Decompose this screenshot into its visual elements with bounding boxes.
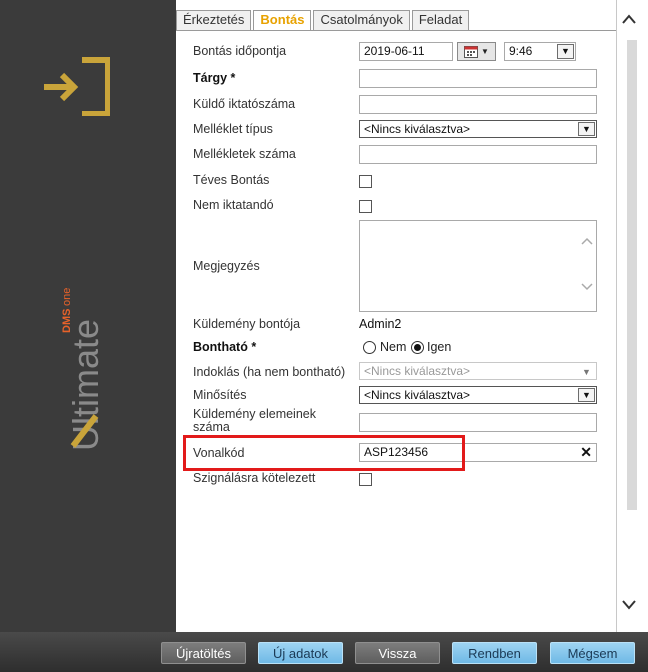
- brand-panel: DMS one Ultimate: [0, 0, 176, 632]
- nem-iktatando-label: Nem iktatandó: [193, 198, 274, 212]
- minosites-value: <Nincs kiválasztva>: [364, 388, 471, 402]
- chevron-down-icon: ▼: [578, 388, 595, 402]
- indoklas-label: Indoklás (ha nem bontható): [193, 365, 346, 379]
- tab-bar: Érkeztetés Bontás Csatolmányok Feladat: [176, 10, 471, 30]
- chevron-down-icon: ▼: [582, 366, 591, 377]
- tab-csatolmanyok[interactable]: Csatolmányok: [313, 10, 410, 30]
- targy-label: Tárgy *: [193, 71, 236, 85]
- megjegyzes-label: Megjegyzés: [193, 259, 260, 273]
- tab-feladat[interactable]: Feladat: [411, 10, 470, 30]
- svg-text:one: one: [61, 288, 73, 306]
- bonthato-nem-label: Nem: [380, 340, 407, 354]
- reload-button[interactable]: Újratöltés: [161, 642, 246, 664]
- bonthato-nem-radio[interactable]: [363, 341, 376, 354]
- szignalasra-checkbox[interactable]: [359, 473, 372, 486]
- chevron-down-icon[interactable]: [581, 283, 593, 291]
- targy-input[interactable]: [359, 69, 597, 88]
- bonthato-label: Bontható *: [193, 340, 257, 354]
- ok-button[interactable]: Rendben: [452, 642, 537, 664]
- login-icon: [44, 57, 110, 116]
- vonalkod-label: Vonalkód: [193, 446, 245, 460]
- tab-divider: [176, 30, 616, 31]
- elemek-szama-input[interactable]: [359, 413, 597, 432]
- vertical-scrollbar[interactable]: [617, 0, 648, 632]
- chevron-down-icon: ▼: [578, 122, 595, 136]
- minosites-select[interactable]: <Nincs kiválasztva> ▼: [359, 386, 597, 404]
- mellekletek-szama-input[interactable]: [359, 145, 597, 164]
- mellekletek-szama-label: Mellékletek száma: [193, 147, 296, 161]
- bonthato-igen-label: Igen: [427, 340, 452, 354]
- cancel-button[interactable]: Mégsem: [550, 642, 635, 664]
- teves-bontas-label: Téves Bontás: [193, 173, 270, 187]
- kuldo-iktatoszama-input[interactable]: [359, 95, 597, 114]
- chevron-down-icon: ▼: [557, 44, 574, 59]
- date-input[interactable]: 2019-06-11: [359, 42, 453, 61]
- indoklas-value: <Nincs kiválasztva>: [364, 364, 471, 378]
- megjegyzes-textarea[interactable]: [359, 220, 597, 312]
- time-select[interactable]: 9:46 ▼: [504, 42, 576, 61]
- bontas-idopontja-label: Bontás időpontja: [193, 44, 287, 58]
- elemek-szama-label: Küldemény elemeinek száma: [193, 407, 316, 434]
- kuldemeny-bontoja-label: Küldemény bontója: [193, 317, 301, 331]
- dmsone-ultimate-logo: DMS one Ultimate: [61, 288, 106, 451]
- clear-icon[interactable]: ✕: [580, 444, 592, 461]
- kuldemeny-bontoja-value: Admin2: [359, 317, 402, 331]
- chevron-up-icon[interactable]: [581, 237, 593, 245]
- melleklet-tipus-label: Melléklet típus: [193, 122, 273, 136]
- minosites-label: Minősítés: [193, 388, 247, 402]
- melleklet-tipus-value: <Nincs kiválasztva>: [364, 122, 471, 136]
- indoklas-select[interactable]: <Nincs kiválasztva> ▼: [359, 362, 597, 380]
- new-data-button[interactable]: Új adatok: [258, 642, 343, 664]
- chevron-up-icon[interactable]: [622, 14, 636, 24]
- action-bar: Újratöltés Új adatok Vissza Rendben Mégs…: [0, 632, 648, 672]
- vonalkod-input[interactable]: ASP123456 ✕: [359, 443, 597, 462]
- tab-erkeztetes[interactable]: Érkeztetés: [176, 10, 252, 30]
- kuldo-iktatoszama-label: Küldő iktatószáma: [193, 97, 296, 111]
- nem-iktatando-checkbox[interactable]: [359, 200, 372, 213]
- vonalkod-value: ASP123456: [364, 445, 429, 459]
- tab-bontas[interactable]: Bontás: [253, 10, 312, 30]
- scrollbar-thumb[interactable]: [627, 40, 637, 510]
- chevron-down-icon: ▼: [481, 47, 489, 56]
- calendar-icon: [464, 45, 479, 58]
- teves-bontas-checkbox[interactable]: [359, 175, 372, 188]
- back-button[interactable]: Vissza: [355, 642, 440, 664]
- calendar-button[interactable]: ▼: [457, 42, 496, 61]
- melleklet-tipus-select[interactable]: <Nincs kiválasztva> ▼: [359, 120, 597, 138]
- chevron-down-icon[interactable]: [622, 600, 636, 610]
- bonthato-igen-radio[interactable]: [411, 341, 424, 354]
- form-panel: Érkeztetés Bontás Csatolmányok Feladat B…: [176, 0, 617, 632]
- time-value: 9:46: [509, 44, 533, 58]
- szignalasra-label: Szignálásra kötelezett: [193, 471, 316, 485]
